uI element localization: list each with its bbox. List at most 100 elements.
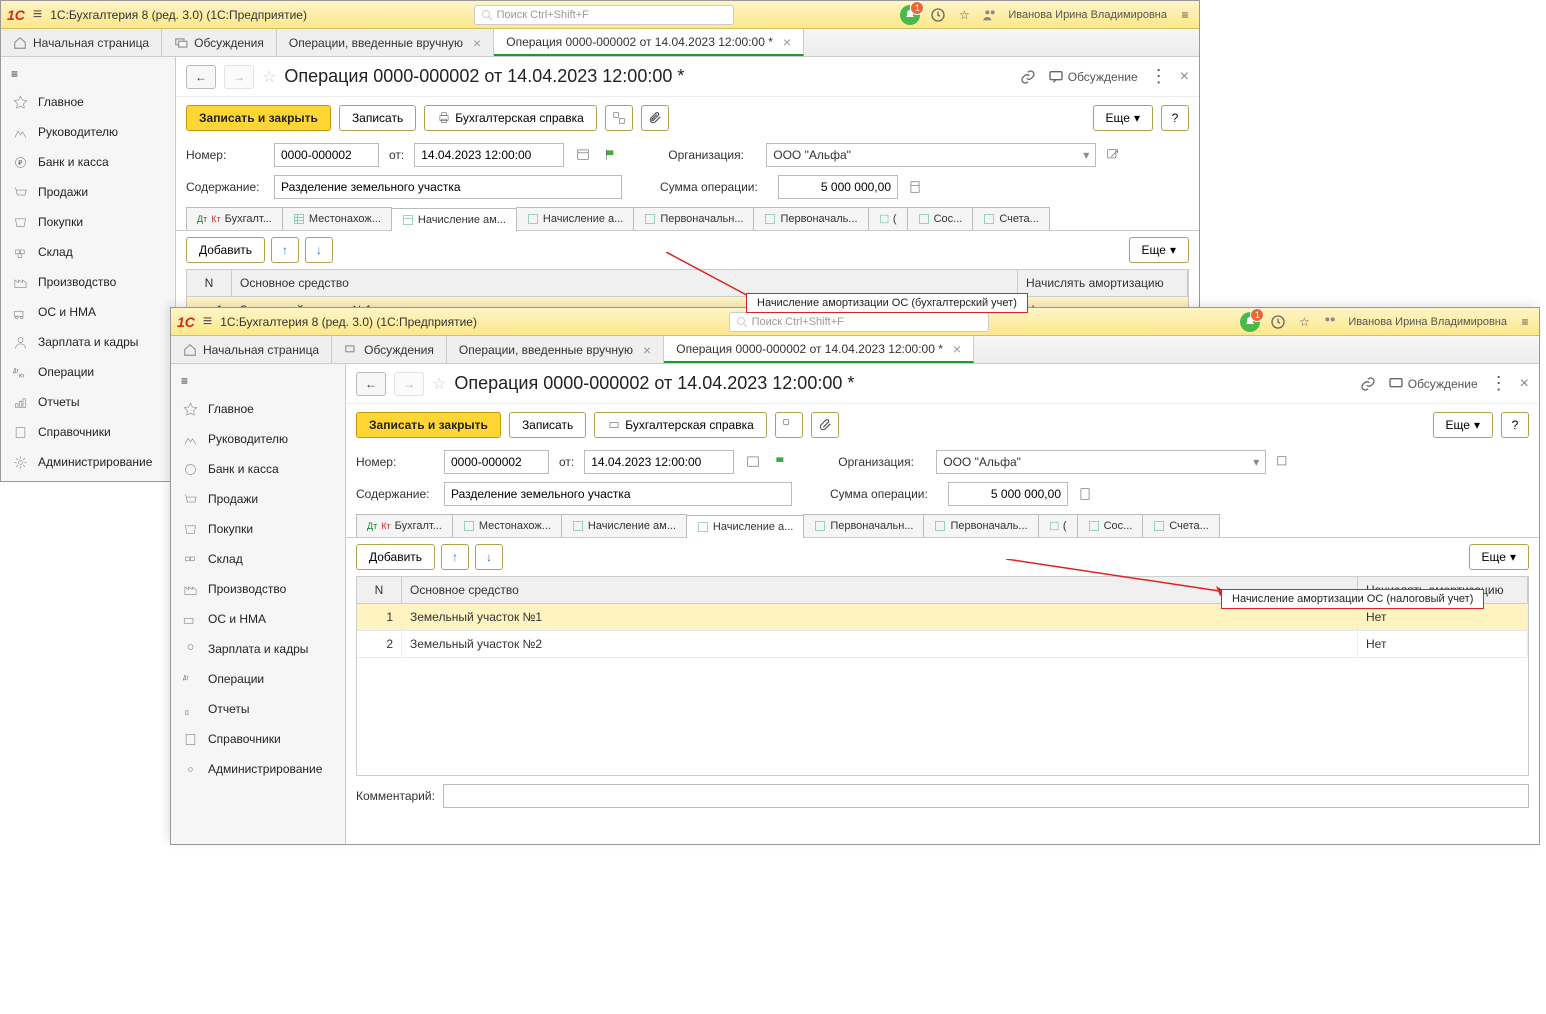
inner-tab-initial1[interactable]: Первоначальн... (633, 207, 754, 230)
sum-field[interactable] (948, 482, 1068, 506)
inner-tab-location[interactable]: Местонахож... (282, 207, 392, 230)
more-menu-icon[interactable]: ⋮ (1150, 66, 1168, 87)
save-button[interactable]: Записать (339, 105, 416, 131)
col-n[interactable]: N (357, 577, 402, 603)
inner-tab-initial2[interactable]: Первоначаль... (753, 207, 868, 230)
help-button[interactable]: ? (1161, 105, 1189, 131)
search-input[interactable]: Поиск Ctrl+Shift+F (474, 5, 734, 25)
move-down-button[interactable]: ↓ (475, 544, 503, 570)
sidebar-item-admin[interactable]: Администрирование (1, 447, 175, 477)
tab-manual-ops[interactable]: Операции, введенные вручную× (447, 336, 664, 363)
number-field[interactable] (444, 450, 549, 474)
favorite-star-icon[interactable]: ☆ (262, 67, 276, 87)
help-button[interactable]: ? (1501, 412, 1529, 438)
move-up-button[interactable]: ↑ (271, 237, 299, 263)
sidebar-item-main[interactable]: Главное (171, 394, 345, 424)
comment-field[interactable] (443, 784, 1529, 808)
link-icon[interactable] (1360, 376, 1376, 392)
notifications-bell-icon[interactable]: 1 (900, 5, 920, 25)
inner-tab-depreciation-tax[interactable]: Начисление а... (686, 515, 804, 538)
notifications-bell-icon[interactable]: 1 (1240, 312, 1260, 332)
inner-tab-status[interactable]: Сос... (907, 207, 974, 230)
tab-home[interactable]: Начальная страница (1, 29, 162, 56)
nav-forward-button[interactable]: → (394, 372, 424, 396)
hamburger-icon[interactable]: ≡ (203, 313, 212, 331)
save-close-button[interactable]: Записать и закрыть (356, 412, 501, 438)
print-button[interactable]: Бухгалтерская справка (424, 105, 597, 131)
sidebar-item-operations[interactable]: ДтОперации (171, 664, 345, 694)
tab-operation-doc[interactable]: Операция 0000-000002 от 14.04.2023 12:00… (494, 29, 804, 56)
sidebar-item-bank[interactable]: ₽Банк и касса (1, 147, 175, 177)
col-n[interactable]: N (187, 270, 232, 296)
more-button[interactable]: Еще ▾ (1433, 412, 1493, 438)
add-row-button[interactable]: Добавить (356, 544, 435, 570)
close-icon[interactable]: × (783, 34, 791, 50)
number-field[interactable] (274, 143, 379, 167)
nav-back-button[interactable]: ← (186, 65, 216, 89)
inner-tab-6[interactable]: ( (868, 207, 908, 230)
inner-tab-6[interactable]: ( (1038, 514, 1078, 537)
org-select[interactable]: ООО "Альфа"▾ (936, 450, 1266, 474)
date-field[interactable] (414, 143, 594, 167)
calculator-icon[interactable] (1078, 487, 1092, 501)
sidebar-item-warehouse[interactable]: Склад (171, 544, 345, 574)
calculator-icon[interactable] (908, 180, 922, 194)
inner-tab-bookkeeping[interactable]: ДтКтБухгалт... (186, 207, 283, 230)
sidebar-item-sales[interactable]: Продажи (171, 484, 345, 514)
sidebar-item-main[interactable]: Главное (1, 87, 175, 117)
user-menu-chevron-icon[interactable]: ≡ (1177, 7, 1193, 23)
content-field[interactable] (444, 482, 792, 506)
inner-tab-location[interactable]: Местонахож... (452, 514, 562, 537)
add-row-button[interactable]: Добавить (186, 237, 265, 263)
attach-button[interactable] (641, 105, 669, 131)
inner-tab-bookkeeping[interactable]: ДтКтБухгалт... (356, 514, 453, 537)
star-icon[interactable]: ☆ (956, 7, 972, 23)
inner-tab-depreciation-tax[interactable]: Начисление а... (516, 207, 634, 230)
date-field[interactable] (584, 450, 764, 474)
status-flag-icon[interactable] (774, 455, 788, 469)
register-movements-button[interactable] (775, 412, 803, 438)
user-name[interactable]: Иванова Ирина Владимировна (1348, 316, 1507, 328)
sidebar-item-production[interactable]: Производство (1, 267, 175, 297)
register-movements-button[interactable] (605, 105, 633, 131)
close-icon[interactable]: × (953, 341, 961, 357)
sidebar-item-payroll[interactable]: Зарплата и кадры (171, 634, 345, 664)
discuss-button[interactable]: Обсуждение (1048, 69, 1138, 85)
favorite-star-icon[interactable]: ☆ (432, 374, 446, 394)
tab-operation-doc[interactable]: Операция 0000-000002 от 14.04.2023 12:00… (664, 336, 974, 363)
more-menu-icon[interactable]: ⋮ (1490, 373, 1508, 394)
close-icon[interactable]: × (473, 35, 481, 51)
open-org-icon[interactable] (1276, 455, 1290, 469)
sidebar-item-bank[interactable]: Банк и касса (171, 454, 345, 484)
tab-discuss[interactable]: Обсуждения (332, 336, 447, 363)
sidebar-collapse[interactable]: ≡ (171, 368, 345, 394)
inner-tab-initial1[interactable]: Первоначальн... (803, 514, 924, 537)
table-more-button[interactable]: Еще ▾ (1129, 237, 1189, 263)
sidebar-item-assets[interactable]: ОС и НМА (1, 297, 175, 327)
more-button[interactable]: Еще ▾ (1093, 105, 1153, 131)
content-field[interactable] (274, 175, 622, 199)
inner-tab-status[interactable]: Сос... (1077, 514, 1144, 537)
history-icon[interactable] (1270, 314, 1286, 330)
col-amort[interactable]: Начислять амортизацию (1018, 270, 1188, 296)
search-input[interactable]: Поиск Ctrl+Shift+F (729, 312, 989, 332)
users-icon[interactable] (1322, 314, 1338, 330)
sidebar-item-payroll[interactable]: Зарплата и кадры (1, 327, 175, 357)
inner-tab-accounts[interactable]: Счета... (972, 207, 1050, 230)
close-doc-icon[interactable]: × (1520, 375, 1529, 393)
sidebar-item-manager[interactable]: Руководителю (171, 424, 345, 454)
calendar-icon[interactable] (576, 147, 590, 161)
sum-field[interactable] (778, 175, 898, 199)
status-flag-icon[interactable] (604, 148, 618, 162)
discuss-button[interactable]: Обсуждение (1388, 376, 1478, 392)
inner-tab-depreciation-accounting[interactable]: Начисление ам... (391, 208, 517, 231)
sidebar-item-production[interactable]: Производство (171, 574, 345, 604)
table-more-button[interactable]: Еще ▾ (1469, 544, 1529, 570)
close-doc-icon[interactable]: × (1180, 68, 1189, 86)
table-row[interactable]: 2 Земельный участок №2 Нет (357, 631, 1528, 658)
sidebar-item-manager[interactable]: Руководителю (1, 117, 175, 147)
close-icon[interactable]: × (643, 342, 651, 358)
star-icon[interactable]: ☆ (1296, 314, 1312, 330)
open-org-icon[interactable] (1106, 148, 1120, 162)
users-icon[interactable] (982, 7, 998, 23)
